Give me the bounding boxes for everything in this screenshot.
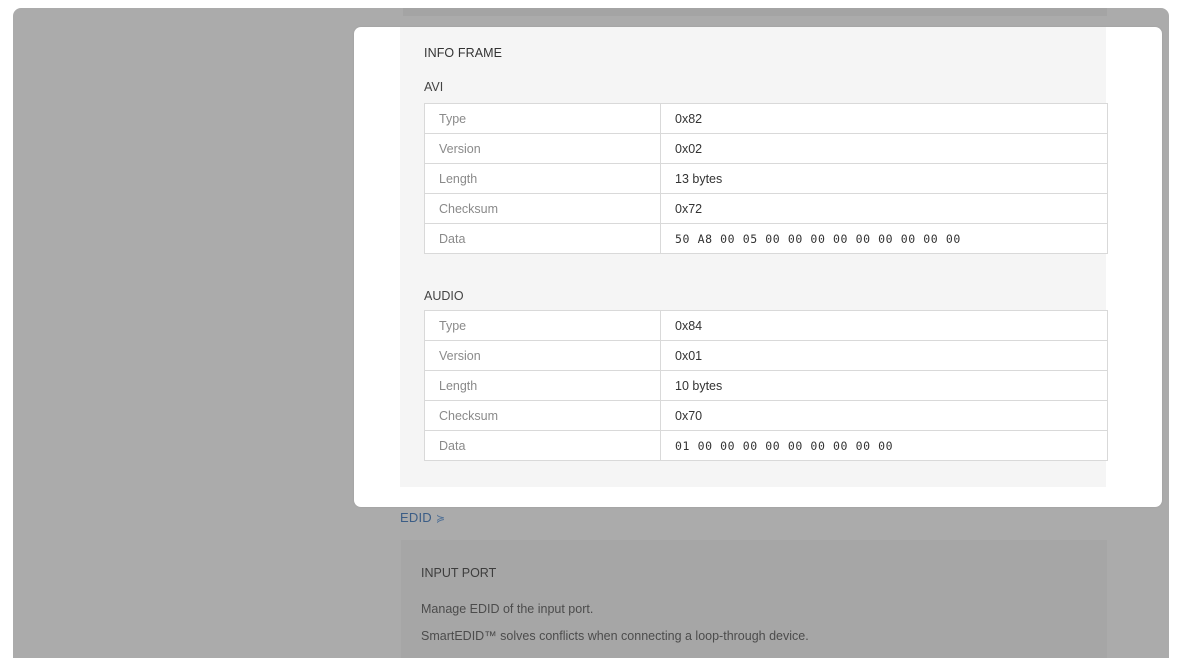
- audio-data-value: 01 00 00 00 00 00 00 00 00 00: [660, 430, 1108, 461]
- audio-checksum-label: Checksum: [424, 400, 661, 431]
- avi-data-label: Data: [424, 223, 661, 254]
- avi-type-label: Type: [424, 103, 661, 134]
- audio-version-label: Version: [424, 340, 661, 371]
- avi-type-value: 0x82: [660, 103, 1108, 134]
- audio-data-label: Data: [424, 430, 661, 461]
- edid-section-toggle[interactable]: EDID ≽: [400, 510, 445, 525]
- table-row: Version 0x02: [424, 133, 1108, 164]
- avi-checksum-label: Checksum: [424, 193, 661, 224]
- table-row: Type 0x84: [424, 310, 1108, 341]
- table-row: Length 10 bytes: [424, 370, 1108, 401]
- info-frame-card: INFO FRAME AVI Type 0x82 Version 0x02 Le…: [354, 27, 1162, 507]
- avi-length-label: Length: [424, 163, 661, 194]
- table-row: Checksum 0x72: [424, 193, 1108, 224]
- audio-length-value: 10 bytes: [660, 370, 1108, 401]
- audio-version-value: 0x01: [660, 340, 1108, 371]
- table-row: Data 01 00 00 00 00 00 00 00 00 00: [424, 430, 1108, 461]
- info-frame-panel: INFO FRAME AVI Type 0x82 Version 0x02 Le…: [400, 27, 1108, 487]
- avi-version-value: 0x02: [660, 133, 1108, 164]
- table-row: Version 0x01: [424, 340, 1108, 371]
- table-row: Length 13 bytes: [424, 163, 1108, 194]
- dimmed-panel-top: [403, 8, 1107, 16]
- input-port-title: INPUT PORT: [421, 566, 497, 580]
- table-row: Type 0x82: [424, 103, 1108, 134]
- avi-version-label: Version: [424, 133, 661, 164]
- input-port-panel: INPUT PORT Manage EDID of the input port…: [401, 540, 1107, 658]
- audio-type-label: Type: [424, 310, 661, 341]
- audio-length-label: Length: [424, 370, 661, 401]
- audio-type-value: 0x84: [660, 310, 1108, 341]
- input-port-description: Manage EDID of the input port.: [421, 602, 594, 616]
- avi-table: Type 0x82 Version 0x02 Length 13 bytes C…: [424, 103, 1108, 254]
- audio-table: Type 0x84 Version 0x01 Length 10 bytes C…: [424, 310, 1108, 461]
- info-frame-title: INFO FRAME: [424, 46, 503, 60]
- table-row: Data 50 A8 00 05 00 00 00 00 00 00 00 00…: [424, 223, 1108, 254]
- table-row: Checksum 0x70: [424, 400, 1108, 431]
- audio-checksum-value: 0x70: [660, 400, 1108, 431]
- chevron-down-icon: ≽: [435, 513, 446, 525]
- smartedid-description: SmartEDID™ solves conflicts when connect…: [421, 629, 809, 643]
- avi-title: AVI: [424, 80, 444, 94]
- avi-checksum-value: 0x72: [660, 193, 1108, 224]
- edid-link-label: EDID: [400, 510, 432, 525]
- avi-length-value: 13 bytes: [660, 163, 1108, 194]
- avi-data-value: 50 A8 00 05 00 00 00 00 00 00 00 00 00: [660, 223, 1108, 254]
- audio-title: AUDIO: [424, 289, 464, 303]
